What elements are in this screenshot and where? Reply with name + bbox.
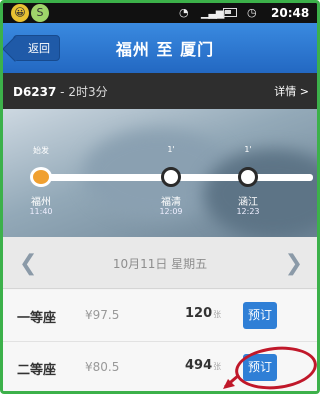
seat-count-value: 494 [185,358,213,373]
seat-price: ¥97.5 [85,308,120,322]
chevron-right-icon[interactable]: ❯ [285,251,303,276]
stop-note: 始发 [33,146,49,155]
app-notification-icon: 😀 [11,4,29,22]
seat-count-unit: 张 [213,362,222,371]
stop-time: 11:40 [29,207,53,216]
stops-panel: 始发 福州 11:40 1' 福清 12:09 1' 涵江 12:23 [3,109,317,237]
stop-note: 1' [244,145,252,154]
stop-dot-icon [161,167,181,187]
app-notification-icon-2: S [31,4,49,22]
train-info-bar: D6237 - 2时3分 详情 > [3,73,317,109]
seat-count-value: 120 [185,306,213,321]
wifi-icon: ◔ [179,6,189,19]
stop-note: 1' [167,145,175,154]
seat-count-unit: 张 [213,310,222,319]
detail-link[interactable]: 详情 > [274,83,309,99]
origin-dot-icon [30,167,52,187]
book-button[interactable]: 预订 [243,302,277,329]
stop-dot-icon [238,167,258,187]
stop-name: 福清 [161,197,181,208]
selected-date: 10月11日 星期五 [112,257,208,271]
stop-name: 福州 [31,197,51,208]
train-number: D6237 - 2时3分 [13,83,108,100]
seat-class: 一等座 [17,311,57,326]
train-duration: - 2时3分 [56,85,108,99]
phone-frame: 😀 S ◔ ▁▃▅ ◷ 20:48 返回 福州 至 厦门 D6237 - 2时3… [0,0,320,394]
stop-time: 12:09 [159,207,183,216]
stop-time: 12:23 [236,207,260,216]
page-title: 福州 至 厦门 [115,40,215,59]
signal-icon: ▁▃▅ [201,6,224,19]
seat-count: 120张 [185,306,221,321]
date-selector: ❮ 10月11日 星期五 ❯ [3,237,317,289]
seat-row: 一等座 ¥97.5 120张 预订 [3,290,317,342]
train-code: D6237 [13,85,57,99]
nav-header: 返回 福州 至 厦门 [3,23,317,73]
stop-name: 涵江 [238,197,258,208]
seat-price: ¥80.5 [85,360,120,374]
seat-class: 二等座 [17,363,57,378]
alarm-icon: ◷ [247,6,257,19]
clock: 20:48 [271,6,310,20]
status-bar: 😀 S ◔ ▁▃▅ ◷ 20:48 [3,3,317,23]
battery-icon [223,8,237,17]
seat-count: 494张 [185,358,221,373]
